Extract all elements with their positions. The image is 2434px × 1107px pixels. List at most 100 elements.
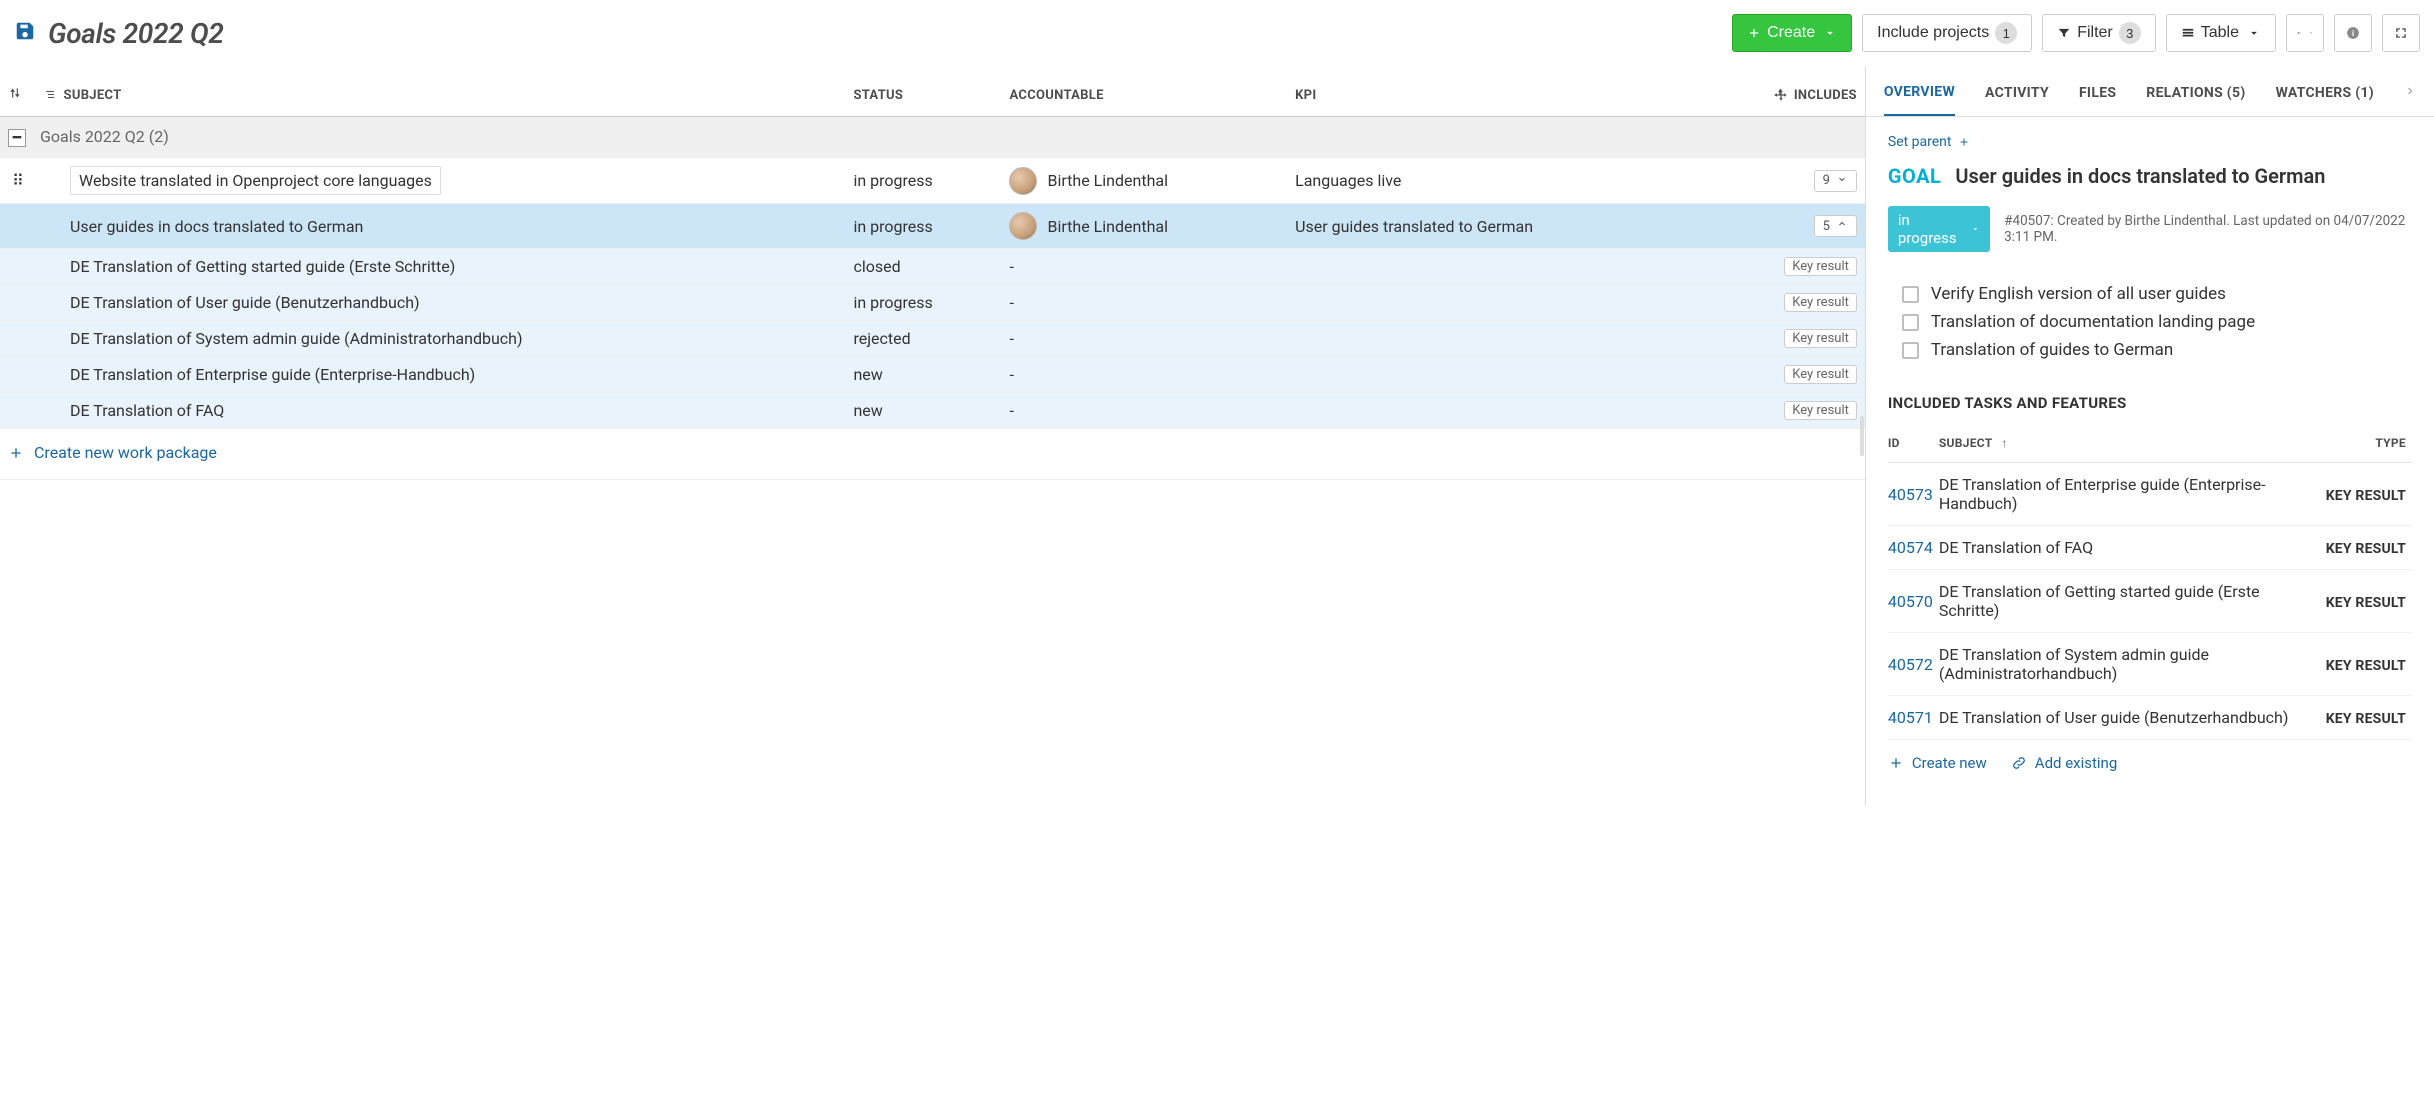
drag-handle[interactable] xyxy=(0,204,36,249)
cell-accountable[interactable]: - xyxy=(1001,357,1287,393)
includes-toggle[interactable]: 9 xyxy=(1814,170,1857,192)
drag-handle[interactable] xyxy=(0,285,36,321)
work-package-title[interactable]: User guides in docs translated to German xyxy=(1955,164,2325,188)
cell-accountable[interactable]: Birthe Lindenthal xyxy=(1001,158,1287,204)
cell-accountable[interactable]: Birthe Lindenthal xyxy=(1001,204,1287,249)
included-id-link[interactable]: 40570 xyxy=(1888,592,1933,611)
cell-status[interactable]: rejected xyxy=(845,321,1001,357)
checkbox[interactable] xyxy=(1902,286,1919,303)
included-id-link[interactable]: 40573 xyxy=(1888,485,1933,504)
cell-includes[interactable]: 5 xyxy=(1703,204,1865,249)
column-sort[interactable] xyxy=(0,66,36,117)
cell-status[interactable]: in progress xyxy=(845,158,1001,204)
includes-toggle[interactable]: 5 xyxy=(1814,215,1857,237)
column-accountable[interactable]: ACCOUNTABLE xyxy=(1001,66,1287,117)
cell-includes[interactable]: Key result xyxy=(1703,285,1865,321)
included-row[interactable]: 40574DE Translation of FAQKEY RESULT xyxy=(1888,526,2412,570)
tabs-scroll-right[interactable] xyxy=(2404,82,2416,101)
drag-handle[interactable] xyxy=(0,393,36,429)
include-projects-button[interactable]: Include projects 1 xyxy=(1862,14,2032,52)
cell-includes[interactable]: Key result xyxy=(1703,393,1865,429)
cell-status[interactable]: new xyxy=(845,357,1001,393)
cell-accountable[interactable]: - xyxy=(1001,285,1287,321)
cell-accountable[interactable]: - xyxy=(1001,249,1287,285)
cell-status[interactable]: closed xyxy=(845,249,1001,285)
table-row[interactable]: User guides in docs translated to German… xyxy=(0,204,1865,249)
cell-subject[interactable]: User guides in docs translated to German xyxy=(36,204,845,249)
cell-kpi[interactable] xyxy=(1287,357,1703,393)
fullscreen-button[interactable] xyxy=(2382,14,2420,52)
included-col-subject[interactable]: SUBJECT ↑ xyxy=(1939,424,2326,463)
table-row[interactable]: DE Translation of User guide (Benutzerha… xyxy=(0,285,1865,321)
included-col-id[interactable]: ID xyxy=(1888,424,1939,463)
table-row[interactable]: ⠿Website translated in Openproject core … xyxy=(0,158,1865,204)
included-row[interactable]: 40570 DE Translation of Getting started g… xyxy=(1888,570,2412,633)
cell-accountable[interactable]: - xyxy=(1001,393,1287,429)
cell-status[interactable]: in progress xyxy=(845,285,1001,321)
info-button[interactable]: i xyxy=(2334,14,2372,52)
column-status[interactable]: STATUS xyxy=(845,66,1001,117)
cell-accountable[interactable]: - xyxy=(1001,321,1287,357)
tab-activity[interactable]: ACTIVITY xyxy=(1985,67,2049,115)
create-button[interactable]: Create xyxy=(1732,14,1852,52)
cell-status[interactable]: in progress xyxy=(845,204,1001,249)
included-subject[interactable]: DE Translation of User guide (Benutzerha… xyxy=(1939,696,2326,740)
save-icon[interactable] xyxy=(14,20,36,46)
included-subject[interactable]: DE Translation of Getting started guide … xyxy=(1939,570,2326,633)
drag-handle[interactable] xyxy=(0,321,36,357)
settings-dropdown-button[interactable] xyxy=(2286,14,2324,52)
create-work-package-link[interactable]: Create new work package xyxy=(8,443,217,462)
create-new-related-link[interactable]: Create new xyxy=(1888,754,1987,772)
cell-includes[interactable]: 9 xyxy=(1703,158,1865,204)
cell-subject[interactable]: Website translated in Openproject core l… xyxy=(36,158,845,204)
table-row[interactable]: DE Translation of Enterprise guide (Ente… xyxy=(0,357,1865,393)
checklist-item[interactable]: Verify English version of all user guide… xyxy=(1902,280,2412,308)
column-kpi[interactable]: KPI xyxy=(1287,66,1703,117)
cell-subject[interactable]: DE Translation of FAQ xyxy=(36,393,845,429)
table-group-row[interactable]: ━ Goals 2022 Q2 (2) xyxy=(0,117,1865,158)
tab-files[interactable]: FILES xyxy=(2079,67,2116,115)
cell-status[interactable]: new xyxy=(845,393,1001,429)
status-selector[interactable]: in progress xyxy=(1888,206,1990,252)
checkbox[interactable] xyxy=(1902,314,1919,331)
cell-kpi[interactable] xyxy=(1287,393,1703,429)
cell-kpi[interactable] xyxy=(1287,249,1703,285)
included-id-link[interactable]: 40574 xyxy=(1888,538,1933,557)
cell-kpi[interactable] xyxy=(1287,321,1703,357)
filter-button[interactable]: Filter 3 xyxy=(2042,14,2156,52)
cell-subject[interactable]: DE Translation of System admin guide (Ad… xyxy=(36,321,845,357)
cell-includes[interactable]: Key result xyxy=(1703,357,1865,393)
included-col-type[interactable]: TYPE xyxy=(2326,424,2412,463)
view-mode-button[interactable]: Table xyxy=(2166,14,2276,52)
drag-handle[interactable] xyxy=(0,357,36,393)
cell-subject[interactable]: DE Translation of Enterprise guide (Ente… xyxy=(36,357,845,393)
cell-includes[interactable]: Key result xyxy=(1703,321,1865,357)
included-subject[interactable]: DE Translation of FAQ xyxy=(1939,526,2326,570)
tab-overview[interactable]: OVERVIEW xyxy=(1884,66,1955,117)
included-row[interactable]: 40572DE Translation of System admin guid… xyxy=(1888,633,2412,696)
checkbox[interactable] xyxy=(1902,342,1919,359)
cell-kpi[interactable]: User guides translated to German xyxy=(1287,204,1703,249)
included-id-link[interactable]: 40572 xyxy=(1888,655,1933,674)
cell-subject[interactable]: DE Translation of User guide (Benutzerha… xyxy=(36,285,845,321)
set-parent-link[interactable]: Set parent xyxy=(1888,134,1970,150)
drag-handle[interactable]: ⠿ xyxy=(0,158,36,204)
table-row[interactable]: DE Translation of System admin guide (Ad… xyxy=(0,321,1865,357)
cell-subject[interactable]: DE Translation of Getting started guide … xyxy=(36,249,845,285)
table-row[interactable]: DE Translation of FAQnew- Key result xyxy=(0,393,1865,429)
collapse-icon[interactable]: ━ xyxy=(8,129,26,147)
checklist-item[interactable]: Translation of guides to German xyxy=(1902,336,2412,364)
included-id-link[interactable]: 40571 xyxy=(1888,708,1933,727)
included-row[interactable]: 40571 DE Translation of User guide (Benut… xyxy=(1888,696,2412,740)
checklist-item[interactable]: Translation of documentation landing pag… xyxy=(1902,308,2412,336)
cell-includes[interactable]: Key result xyxy=(1703,249,1865,285)
table-row[interactable]: DE Translation of Getting started guide … xyxy=(0,249,1865,285)
included-subject[interactable]: DE Translation of Enterprise guide (Ente… xyxy=(1939,463,2326,526)
tab-watchers[interactable]: WATCHERS (1) xyxy=(2276,67,2374,115)
add-existing-link[interactable]: Add existing xyxy=(2011,754,2117,772)
cell-kpi[interactable] xyxy=(1287,285,1703,321)
tab-relations[interactable]: RELATIONS (5) xyxy=(2146,67,2245,115)
included-row[interactable]: 40573 DE Translation of Enterprise guide … xyxy=(1888,463,2412,526)
drag-handle[interactable] xyxy=(0,249,36,285)
column-includes[interactable]: INCLUDES xyxy=(1703,66,1865,117)
